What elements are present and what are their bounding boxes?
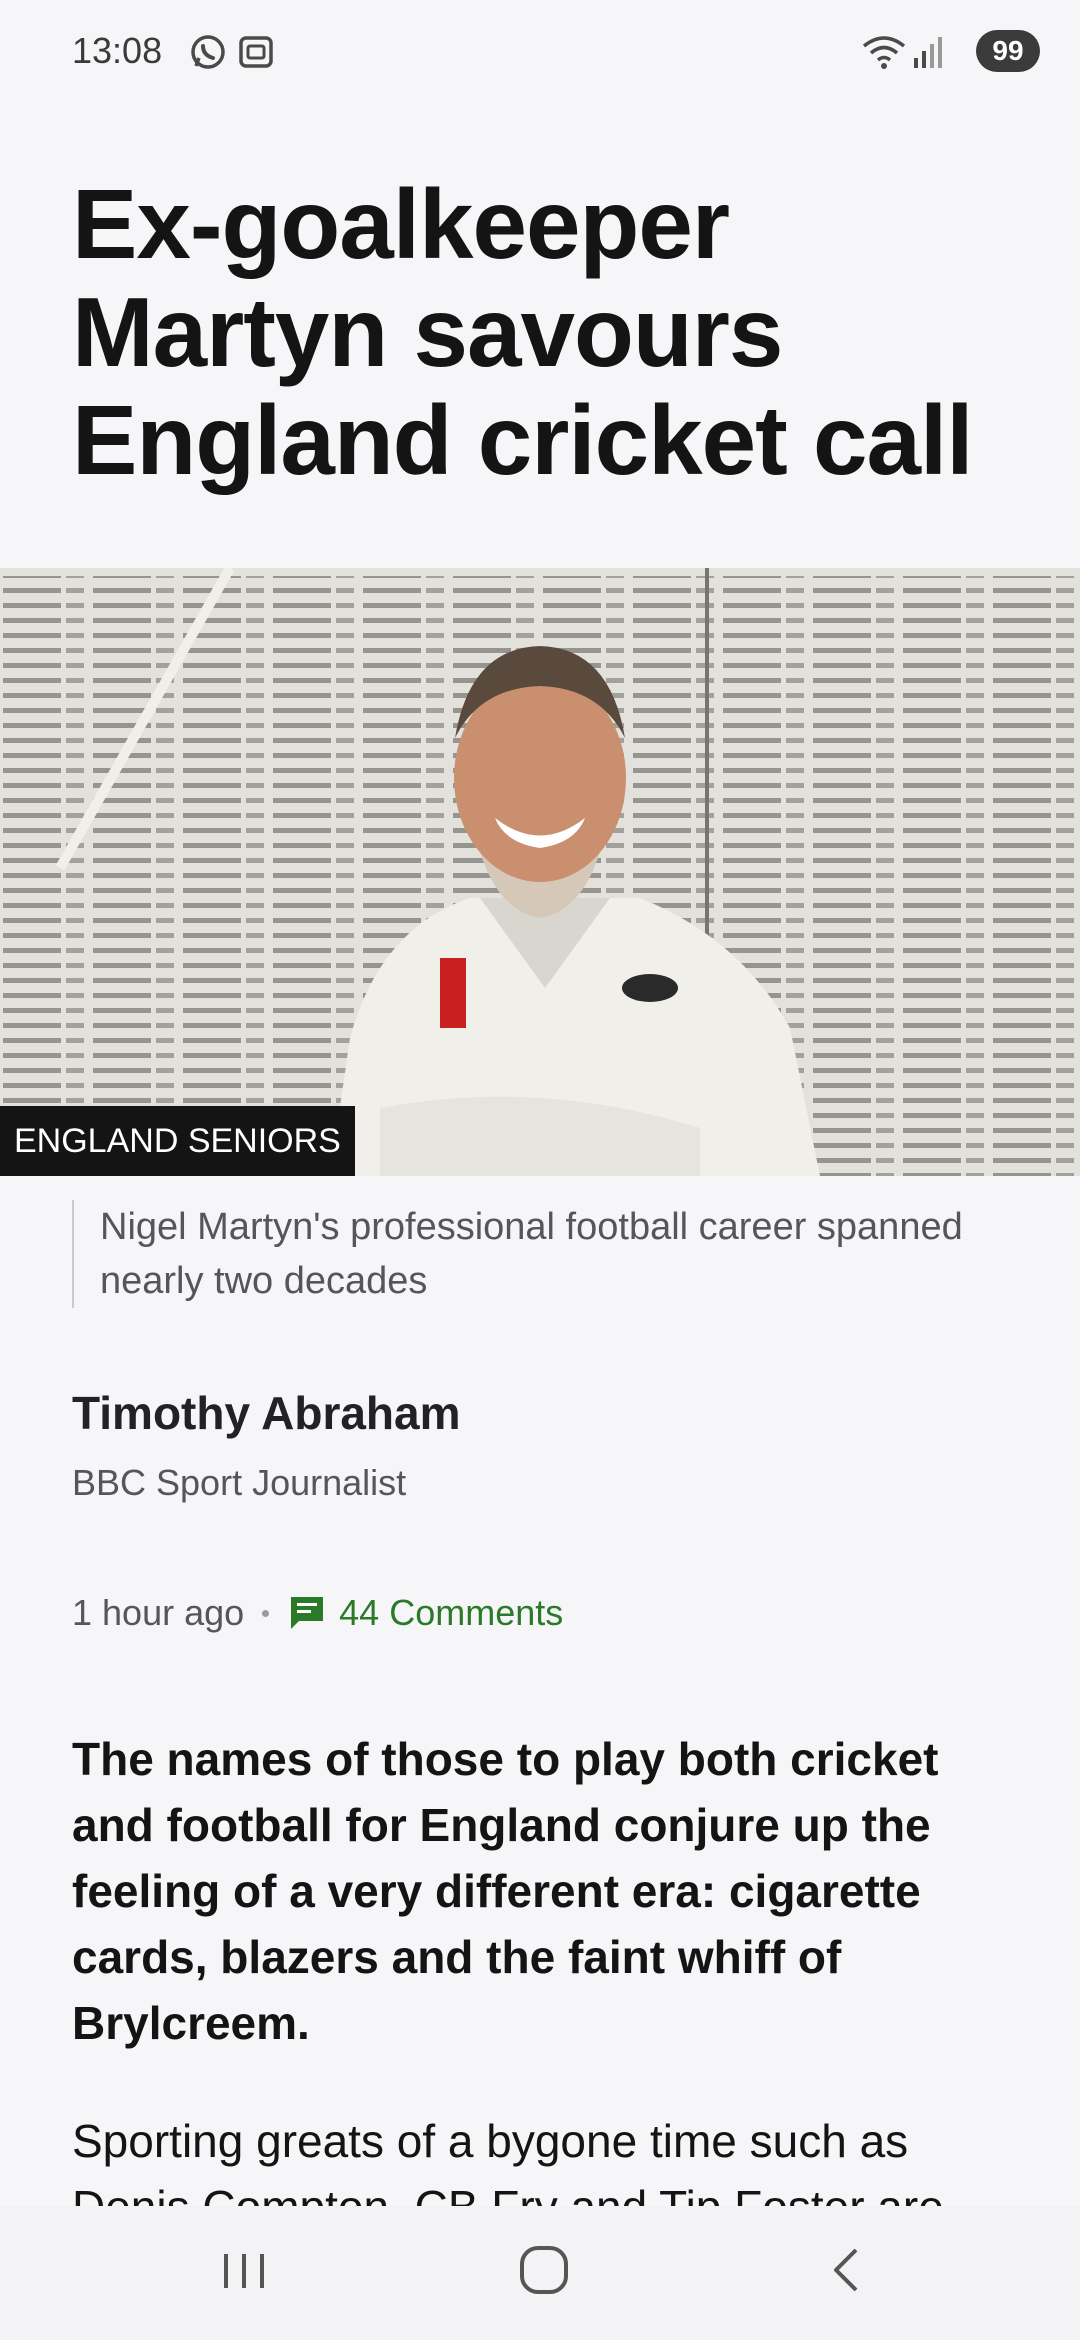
- separator-dot: [262, 1609, 270, 1617]
- back-icon[interactable]: [818, 2240, 878, 2305]
- image-tag: ENGLAND SENIORS: [0, 1106, 355, 1176]
- author-name: Timothy Abraham: [72, 1387, 461, 1439]
- hero-image: [0, 568, 1080, 1176]
- navigation-bar: [0, 2206, 1080, 2340]
- author-role: BBC Sport Journalist: [72, 1462, 407, 1503]
- comments-link[interactable]: 44 Comments: [287, 1592, 563, 1634]
- battery-icon: 99: [976, 30, 1040, 72]
- wifi-icon: [860, 32, 908, 77]
- image-caption: Nigel Martyn's professional football car…: [72, 1200, 1000, 1308]
- comments-count: 44 Comments: [339, 1592, 564, 1633]
- whatsapp-icon: [188, 32, 228, 77]
- article-headline: Ex-goalkeeper Martyn savours England cri…: [72, 169, 973, 495]
- comment-icon: [291, 1597, 324, 1629]
- recent-apps-icon[interactable]: [214, 2240, 274, 2305]
- home-icon[interactable]: [514, 2240, 574, 2305]
- article-lead: The names of those to play both cricket …: [72, 1733, 939, 2049]
- screenshot-icon: [236, 32, 276, 77]
- status-time: 13:08: [72, 30, 163, 71]
- status-bar: 13:08 99: [0, 0, 1080, 104]
- signal-icon: [912, 32, 944, 77]
- article-meta: 1 hour ago 44 Comments: [72, 1592, 563, 1634]
- publish-time: 1 hour ago: [72, 1592, 245, 1633]
